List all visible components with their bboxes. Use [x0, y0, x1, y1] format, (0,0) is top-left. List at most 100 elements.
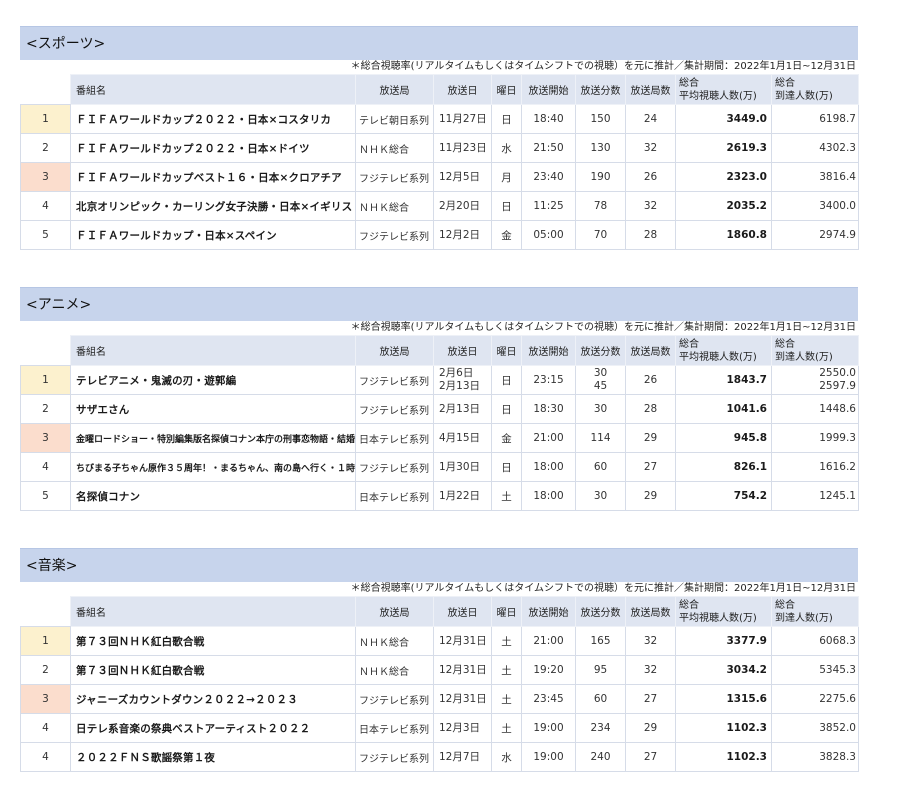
station-count-cell: 32	[625, 133, 676, 163]
rank-cell: 3	[20, 162, 71, 192]
rank-cell: 4	[20, 742, 71, 772]
reach-cell: 3828.3	[771, 742, 859, 772]
minutes-cell: 165	[575, 626, 626, 656]
rank-cell: 3	[20, 684, 71, 714]
reach-cell: 2974.9	[771, 220, 859, 250]
station-cell: 日本テレビ系列	[355, 423, 434, 453]
station-cell: フジテレビ系列	[355, 452, 434, 482]
reach-line: 2550.0	[819, 367, 856, 379]
program-cell: ジャニーズカウントダウン２０２２→２０２３	[70, 684, 356, 714]
reach-header: 総合 到達人数(万)	[771, 335, 859, 366]
rank-header	[20, 74, 71, 105]
reach-line: 1245.1	[819, 489, 856, 502]
ranking-table: 番組名 放送局 放送日 曜日 放送開始 放送分数 放送局数 総合 平均視聴人数(…	[20, 596, 859, 772]
start-cell: 18:40	[521, 104, 576, 134]
avg-viewers-cell: 1315.6	[675, 684, 772, 714]
start-header: 放送開始	[521, 335, 576, 366]
day-cell: 金	[491, 423, 522, 453]
station-cell: ＮＨＫ総合	[355, 191, 434, 221]
minutes-cell: 95	[575, 655, 626, 685]
reach-cell: 6198.7	[771, 104, 859, 134]
reach-cell: 2550.0 2597.9	[771, 365, 859, 395]
station-cell: フジテレビ系列	[355, 742, 434, 772]
minutes-cell: 234	[575, 713, 626, 743]
day-cell: 日	[491, 452, 522, 482]
station-header: 放送局	[355, 74, 434, 105]
minutes-line: 150	[590, 112, 611, 125]
date-cell: 12月2日	[433, 220, 492, 250]
station-count-header: 放送局数	[625, 74, 676, 105]
date-line: 1月30日	[439, 460, 481, 473]
start-cell: 19:00	[521, 742, 576, 772]
station-cell: フジテレビ系列	[355, 684, 434, 714]
day-header: 曜日	[491, 596, 522, 627]
minutes-cell: 78	[575, 191, 626, 221]
station-cell: ＮＨＫ総合	[355, 133, 434, 163]
date-line: 2月20日	[439, 199, 481, 212]
minutes-cell: 30 45	[575, 365, 626, 395]
rank-cell: 1	[20, 365, 71, 395]
day-cell: 日	[491, 394, 522, 424]
table-row: 5 名探偵コナン 日本テレビ系列 1月22日 土 18:00 30 29 754…	[20, 481, 859, 511]
reach-line: 2974.9	[819, 228, 856, 241]
rank-cell: 5	[20, 481, 71, 511]
reach-line: 4302.3	[819, 141, 856, 154]
date-cell: 11月27日	[433, 104, 492, 134]
rank-header	[20, 596, 71, 627]
program-cell: テレビアニメ・鬼滅の刃・遊郭編	[70, 365, 356, 395]
station-count-cell: 27	[625, 742, 676, 772]
avg-viewers-cell: 1860.8	[675, 220, 772, 250]
station-header: 放送局	[355, 596, 434, 627]
reach-header: 総合 到達人数(万)	[771, 596, 859, 627]
reach-line: 3400.0	[819, 199, 856, 212]
reach-cell: 5345.3	[771, 655, 859, 685]
station-count-cell: 26	[625, 365, 676, 395]
minutes-line: 30	[593, 489, 608, 502]
reach-header-line1: 総合	[775, 338, 795, 350]
minutes-header: 放送分数	[575, 596, 626, 627]
minutes-cell: 114	[575, 423, 626, 453]
station-header: 放送局	[355, 335, 434, 366]
reach-cell: 1448.6	[771, 394, 859, 424]
reach-header-line2: 到達人数(万)	[775, 612, 833, 624]
reach-line: 2275.6	[819, 692, 856, 705]
reach-line: 3852.0	[819, 721, 856, 734]
station-count-cell: 24	[625, 104, 676, 134]
minutes-header: 放送分数	[575, 335, 626, 366]
reach-cell: 1245.1	[771, 481, 859, 511]
date-header: 放送日	[433, 596, 492, 627]
rank-cell: 2	[20, 133, 71, 163]
station-count-cell: 32	[625, 655, 676, 685]
avg-viewers-header: 総合 平均視聴人数(万)	[675, 335, 772, 366]
minutes-cell: 30	[575, 394, 626, 424]
station-count-header: 放送局数	[625, 335, 676, 366]
date-line: 1月22日	[439, 489, 481, 502]
rank-cell: 1	[20, 626, 71, 656]
start-cell: 23:45	[521, 684, 576, 714]
reach-line: 6068.3	[819, 634, 856, 647]
station-cell: ＮＨＫ総合	[355, 626, 434, 656]
start-header: 放送開始	[521, 596, 576, 627]
minutes-line: 240	[590, 750, 611, 763]
avg-viewers-header-line1: 総合	[679, 77, 699, 89]
date-cell: 11月23日	[433, 133, 492, 163]
reach-cell: 2275.6	[771, 684, 859, 714]
station-count-cell: 29	[625, 481, 676, 511]
start-cell: 23:40	[521, 162, 576, 192]
date-line: 12月2日	[439, 228, 481, 241]
station-count-cell: 27	[625, 452, 676, 482]
station-cell: テレビ朝日系列	[355, 104, 434, 134]
date-cell: 12月31日	[433, 655, 492, 685]
reach-line: 1616.2	[819, 460, 856, 473]
rank-cell: 2	[20, 394, 71, 424]
table-row: 2 サザエさん フジテレビ系列 2月13日 日 18:30 30 28 1041…	[20, 394, 859, 424]
ranking-section: <アニメ> ＊総合視聴率(リアルタイムもしくはタイムシフトでの視聴）を元に推計／…	[20, 287, 859, 511]
date-cell: 12月31日	[433, 626, 492, 656]
reach-line: 1448.6	[819, 402, 856, 415]
ranking-table: 番組名 放送局 放送日 曜日 放送開始 放送分数 放送局数 総合 平均視聴人数(…	[20, 335, 859, 511]
minutes-line: 95	[593, 663, 608, 676]
station-cell: フジテレビ系列	[355, 365, 434, 395]
day-cell: 土	[491, 713, 522, 743]
section-title: <アニメ>	[20, 287, 858, 321]
program-cell: ＦＩＦＡワールドカップベスト１６・日本×クロアチア	[70, 162, 356, 192]
